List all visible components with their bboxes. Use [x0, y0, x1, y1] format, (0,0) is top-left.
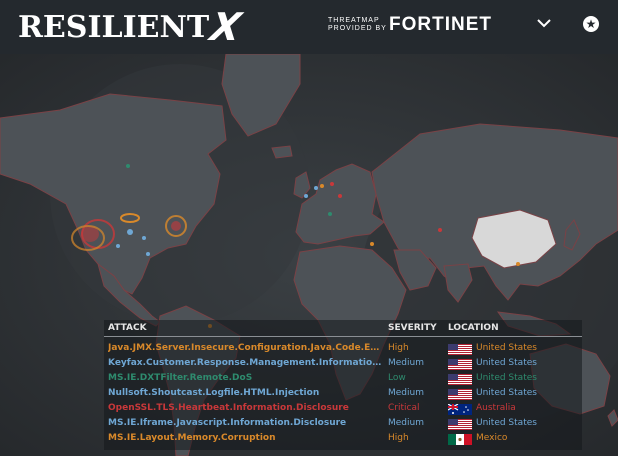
fortinet-logo[interactable]: FORTINET: [389, 14, 492, 36]
us-flag-icon: [448, 344, 472, 355]
attack-row[interactable]: Keyfax.Customer.Response.Management.Info…: [104, 357, 582, 372]
location-label: Australia: [476, 403, 516, 413]
attack-name: Nullsoft.Shoutcast.Logfile.HTML.Injectio…: [108, 388, 320, 398]
attack-name: MS.IE.Iframe.Javascript.Information.Disc…: [108, 418, 347, 428]
severity-label: High: [388, 433, 409, 443]
attack-row[interactable]: Nullsoft.Shoutcast.Logfile.HTML.Injectio…: [104, 387, 582, 402]
us-flag-icon: [448, 359, 472, 370]
severity-label: High: [388, 343, 409, 353]
logo-x-mark: X: [207, 5, 245, 49]
us-flag-icon: [448, 419, 472, 430]
attack-name: Keyfax.Customer.Response.Management.Info…: [108, 358, 384, 368]
severity-label: Critical: [388, 403, 420, 413]
us-flag-icon: [448, 389, 472, 400]
attack-row[interactable]: MS.IE.DXTFilter.Remote.DoS Low United Stat…: [104, 372, 582, 387]
provided-line-1: THREATMAP: [328, 17, 380, 24]
severity-label: Medium: [388, 388, 424, 398]
location-label: Mexico: [476, 433, 508, 443]
attack-row[interactable]: MS.IE.Layout.Memory.Corruption High Mexico: [104, 432, 582, 447]
attack-name: OpenSSL.TLS.Heartbeat.Information.Disclo…: [108, 403, 349, 413]
provided-line-2: PROVIDED BY: [328, 25, 387, 32]
provided-by-label: THREATMAP PROVIDED BY: [328, 17, 387, 33]
location-label: United States: [476, 418, 537, 428]
au-flag-icon: [448, 404, 472, 415]
location-label: United States: [476, 358, 537, 368]
header-attack: ATTACK: [108, 323, 147, 333]
mx-flag-icon: [448, 434, 472, 445]
location-label: United States: [476, 388, 537, 398]
logo-text: RESILIENT: [18, 9, 210, 45]
attack-row[interactable]: Java.JMX.Server.Insecure.Configuration.J…: [104, 342, 582, 357]
attack-name: MS.IE.DXTFilter.Remote.DoS: [108, 373, 253, 383]
us-flag-icon: [448, 374, 472, 385]
location-label: United States: [476, 373, 537, 383]
severity-label: Medium: [388, 418, 424, 428]
location-label: United States: [476, 343, 537, 353]
header-location: LOCATION: [448, 323, 499, 333]
attack-name: MS.IE.Layout.Memory.Corruption: [108, 433, 276, 443]
header-severity: SEVERITY: [388, 323, 437, 333]
header-bar: RESILIENT X THREATMAP PROVIDED BY FORTINE…: [0, 0, 618, 54]
attack-table: ATTACK SEVERITY LOCATION Java.JMX.Server…: [104, 320, 582, 450]
attack-name: Java.JMX.Server.Insecure.Configuration.J…: [108, 343, 384, 353]
table-header: ATTACK SEVERITY LOCATION: [104, 320, 582, 337]
severity-label: Medium: [388, 358, 424, 368]
resilient-logo[interactable]: RESILIENT X: [18, 5, 245, 49]
severity-label: Low: [388, 373, 406, 383]
chevron-down-icon[interactable]: [536, 15, 552, 34]
star-badge-icon[interactable]: ★: [583, 16, 599, 32]
attack-row[interactable]: MS.IE.Iframe.Javascript.Information.Disc…: [104, 417, 582, 432]
attack-row[interactable]: OpenSSL.TLS.Heartbeat.Information.Disclo…: [104, 402, 582, 417]
